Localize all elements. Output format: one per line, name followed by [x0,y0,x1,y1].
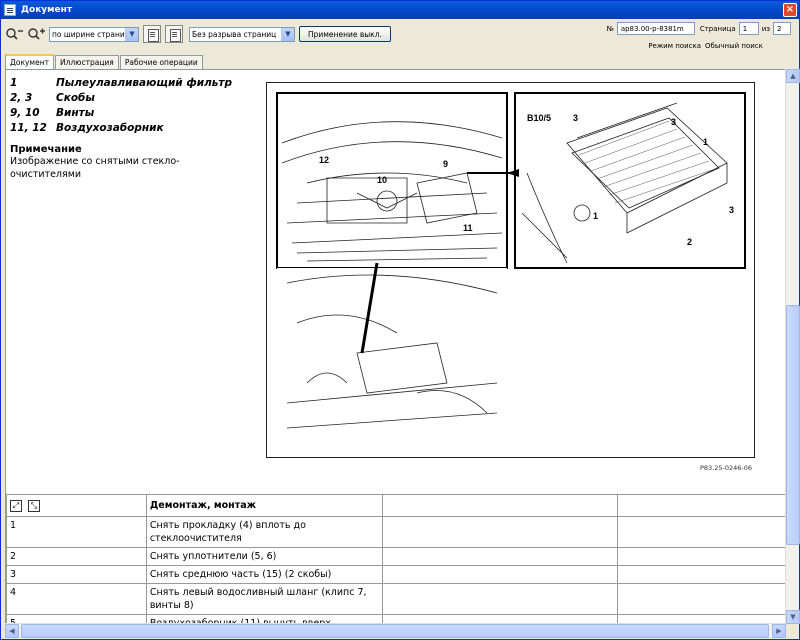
fig-label: B10/5 [527,113,551,123]
document-app-icon [4,4,16,16]
row-text: Снять прокладку (4) вплоть до стеклоочис… [145,516,383,548]
vertical-scrollbar[interactable]: ▲ ▼ [785,69,800,624]
fig-label: 12 [319,155,329,165]
technical-illustration[interactable]: 12 9 10 11 B10/5 3 3 1 1 3 2 [266,82,755,458]
note-title: Примечание [10,144,82,155]
table-row[interactable]: 4 Снять левый водосливный шланг (клипс 7… [6,583,785,615]
figure-caption: P83.25-0246-06 [700,464,753,472]
table-header-row: ⤢ ⤡ Демонтаж, монтаж [6,494,785,517]
table-row[interactable]: 3 Снять среднюю часть (15) (2 скобы) [6,565,785,584]
table-row[interactable]: 1 Снять прокладку (4) вплоть до стеклооч… [6,516,785,548]
table-row[interactable]: 2 Снять уплотнители (5, 6) [6,547,785,566]
document-info: № ap83.00-p-8381m Страница 1 из 2 Режим … [581,21,791,53]
collapse-all-icon[interactable]: ⤡ [28,499,40,512]
row-number: 4 [6,583,147,615]
tab-document[interactable]: Документ [5,54,54,69]
zoom-in-icon[interactable] [27,24,47,44]
legend: 1 Пылеулавливающий фильтр 2, 3 Скобы 9, 10… [10,76,260,181]
scroll-up-icon[interactable]: ▲ [786,69,800,83]
num-label: № [606,24,614,33]
row-number: 2 [6,547,147,566]
zoom-select-value: по ширине страницы [52,29,136,39]
page-break-select[interactable]: Без разрыва страниц ▼ [189,26,295,42]
chevron-down-icon[interactable]: ▼ [281,27,294,41]
vertical-scroll-thumb[interactable] [786,305,800,545]
table-header: Демонтаж, монтаж [145,494,383,517]
illustration-drawing: 12 9 10 11 B10/5 3 3 1 1 3 2 [276,92,746,448]
tab-bar: Документ Иллюстрация Рабочие операции [5,54,204,69]
of-label: из [761,24,770,33]
num-field[interactable]: ap83.00-p-8381m [616,22,695,35]
title-bar: Документ × [1,1,799,19]
search-mode-value: Обычный поиск [705,41,763,50]
tab-illustration[interactable]: Иллюстрация [54,55,119,69]
scroll-right-icon[interactable]: ▶ [772,624,786,638]
expand-all-icon[interactable]: ⤢ [10,499,22,512]
fig-label: 2 [687,237,692,247]
fig-label: 9 [443,159,448,169]
close-button[interactable]: × [783,3,797,17]
tab-work-operations[interactable]: Рабочие операции [119,55,203,69]
document-content: 1 Пылеулавливающий фильтр 2, 3 Скобы 9, 10… [5,69,786,624]
legend-item: 9, 10 Винты [10,107,95,119]
zoom-select[interactable]: по ширине страницы ▼ [49,26,139,42]
fig-label: 3 [671,117,676,127]
chevron-down-icon[interactable]: ▼ [125,27,138,41]
expand-controls: ⤢ ⤡ [10,499,143,512]
row-text: Снять левый водосливный шланг (клипс 7, … [145,583,383,615]
multi-page-button[interactable] [165,25,183,43]
fig-label: 10 [377,175,387,185]
single-page-button[interactable] [143,25,161,43]
fig-label: 1 [703,137,708,147]
horizontal-scrollbar[interactable]: ◀ ▶ [5,623,786,638]
row-number: 1 [6,516,147,548]
fig-label: 1 [593,211,598,221]
row-number: 3 [6,565,147,584]
zoom-out-icon[interactable] [5,24,25,44]
fig-label: 3 [573,113,578,123]
page-label: Страница [699,24,736,33]
search-mode-label: Режим поиска [648,41,701,50]
document-window: Документ × по ширине страницы ▼ Без разр… [0,0,800,640]
scroll-down-icon[interactable]: ▼ [786,610,800,624]
page-count-field: 2 [773,22,791,35]
page-break-select-value: Без разрыва страниц [192,29,277,39]
fig-label: 3 [729,205,734,215]
legend-item: 11, 12 Воздухозаборник [10,122,164,134]
scroll-left-icon[interactable]: ◀ [5,624,19,638]
horizontal-scroll-thumb[interactable] [21,624,769,638]
operations-table: ⤢ ⤡ Демонтаж, монтаж 1 Снять прокладку (… [6,494,785,623]
row-text: Снять уплотнители (5, 6) [145,547,383,566]
fig-label: 11 [463,223,473,233]
legend-item: 2, 3 Скобы [10,92,95,104]
page-field[interactable]: 1 [738,22,759,35]
legend-item: 1 Пылеулавливающий фильтр [10,77,233,89]
apply-toggle-button[interactable]: Применение выкл. [299,26,391,42]
window-title: Документ [21,5,73,15]
note-text: Изображение со снятыми стекло-очистителя… [10,156,180,180]
toolbar: по ширине страницы ▼ Без разрыва страниц… [5,23,391,45]
row-text: Снять среднюю часть (15) (2 скобы) [145,565,383,584]
